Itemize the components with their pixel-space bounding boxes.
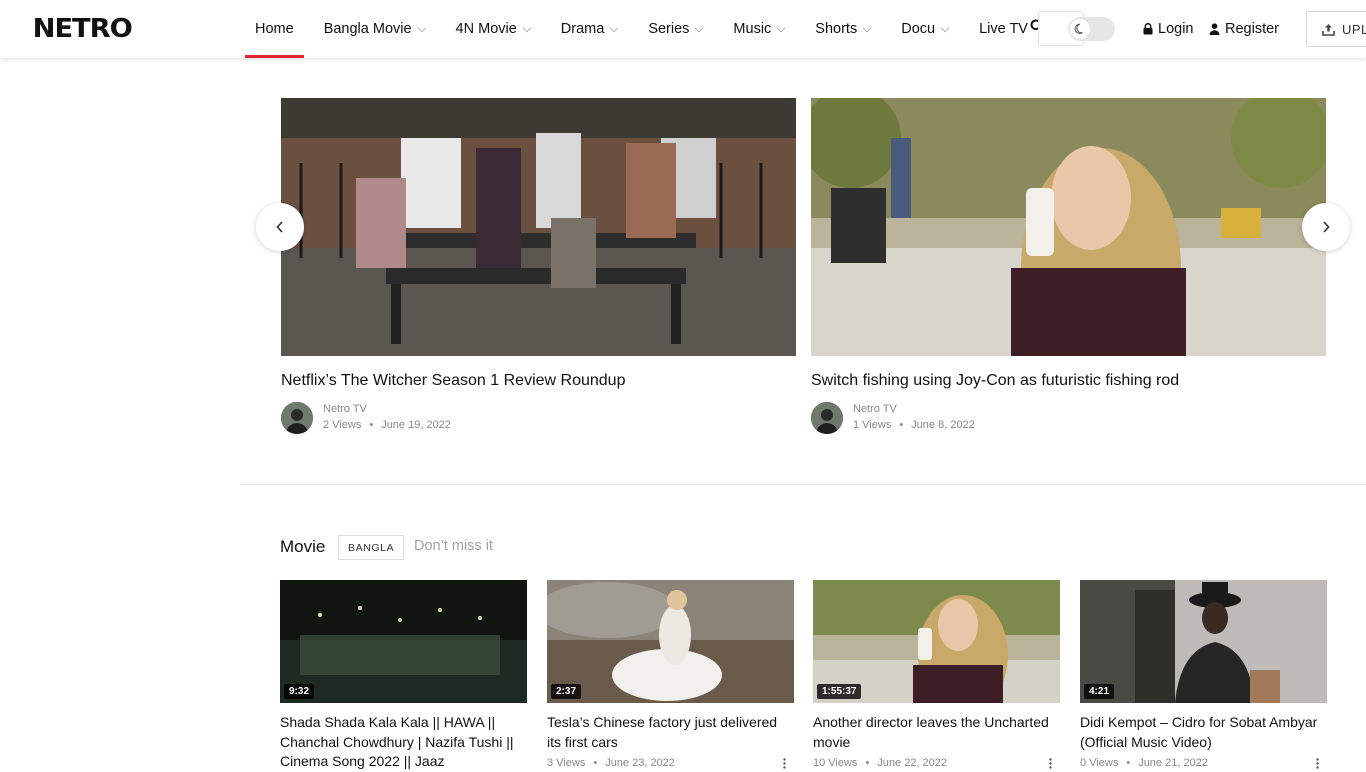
chevron-down-icon (777, 23, 786, 33)
nav-label: Bangla Movie (323, 21, 412, 37)
register-label: Register (1225, 21, 1279, 37)
video-card: 1:55:37 Another director leaves the Unch… (813, 580, 1060, 769)
publish-date: June 21, 2022 (1138, 757, 1208, 769)
nav-4n-movie[interactable]: 4N Movie (446, 0, 541, 58)
moon-icon (1070, 19, 1090, 39)
nav-label: Home (255, 21, 294, 37)
featured-card: Netflix’s The Witcher Season 1 Review Ro… (281, 98, 796, 434)
chevron-down-icon (610, 23, 619, 33)
video-duration: 9:32 (284, 684, 315, 699)
publish-date: June 19, 2022 (381, 419, 451, 431)
video-title[interactable]: Tesla’s Chinese factory just delivered i… (547, 713, 794, 752)
video-thumbnail[interactable]: 4:21 (1080, 580, 1327, 703)
section-title: Movie (280, 537, 326, 556)
video-thumbnail[interactable]: 1:55:37 (813, 580, 1060, 703)
views-count: 1 Views (853, 419, 892, 431)
upload-icon (1322, 23, 1335, 36)
nav-shorts[interactable]: Shorts (805, 0, 881, 58)
views-count: 2 Views (323, 419, 362, 431)
slider-prev-button[interactable] (256, 203, 304, 251)
publish-date: June 23, 2022 (605, 757, 675, 769)
main-nav: Home Bangla Movie 4N Movie Drama Series … (245, 0, 1038, 58)
video-thumbnail[interactable]: 9:32 (280, 580, 527, 703)
site-header: NETRO Home Bangla Movie 4N Movie Drama S… (0, 0, 1366, 58)
upload-label: UPL (1342, 21, 1366, 37)
video-stats: 0 Views • June 21, 2022 (1080, 757, 1208, 769)
nav-bangla-movie[interactable]: Bangla Movie (314, 0, 436, 58)
video-stats: 1 Views • June 8, 2022 (853, 419, 975, 431)
section-tag[interactable]: BANGLA (338, 535, 405, 560)
login-label: Login (1158, 21, 1194, 37)
video-stats: 10 Views • June 22, 2022 (813, 757, 947, 769)
chevron-down-icon (940, 23, 950, 33)
views-count: 3 Views (547, 757, 586, 769)
publish-date: June 22, 2022 (877, 757, 948, 769)
section-divider (240, 484, 1366, 485)
separator: • (865, 757, 870, 769)
chevron-right-icon (1323, 221, 1330, 233)
nav-label: Series (648, 21, 690, 37)
nav-drama[interactable]: Drama (551, 0, 629, 58)
views-count: 10 Views (813, 757, 858, 769)
nav-label: Drama (560, 21, 605, 37)
chevron-left-icon (276, 221, 283, 233)
nav-label: Docu (901, 21, 936, 37)
video-card: 4:21 Didi Kempot – Cidro for Sobat Ambya… (1080, 580, 1327, 769)
featured-thumbnail[interactable] (811, 98, 1326, 356)
video-card: 9:32 Shada Shada Kala Kala || HAWA || Ch… (280, 580, 527, 772)
register-link[interactable]: Register (1209, 0, 1279, 58)
video-stats: 3 Views • June 23, 2022 (547, 757, 675, 769)
video-title[interactable]: Another director leaves the Uncharted mo… (813, 713, 1060, 752)
publish-date: June 8, 2022 (911, 419, 975, 431)
separator: • (369, 419, 374, 431)
more-vertical-icon[interactable] (1049, 758, 1052, 769)
nav-label: Music (733, 21, 772, 37)
channel-avatar[interactable] (281, 402, 313, 434)
featured-title[interactable]: Switch fishing using Joy-Con as futurist… (811, 372, 1179, 390)
dark-mode-toggle[interactable] (1068, 17, 1115, 41)
nav-label: Live TV (979, 21, 1028, 37)
separator: • (1126, 757, 1131, 769)
video-thumbnail[interactable]: 2:37 (547, 580, 794, 703)
nav-home[interactable]: Home (245, 0, 304, 58)
user-icon (1209, 23, 1220, 35)
chevron-down-icon (522, 23, 532, 33)
nav-docu[interactable]: Docu (891, 0, 959, 58)
nav-live-tv[interactable]: Live TV (969, 0, 1038, 58)
more-vertical-icon[interactable] (1316, 758, 1319, 769)
channel-name[interactable]: Netro TV (853, 403, 897, 415)
login-link[interactable]: Login (1143, 0, 1193, 58)
nav-label: 4N Movie (455, 21, 517, 37)
nav-music[interactable]: Music (723, 0, 795, 58)
more-vertical-icon[interactable] (783, 758, 786, 769)
featured-thumbnail[interactable] (281, 98, 796, 356)
lock-icon (1143, 23, 1153, 35)
site-logo[interactable]: NETRO (33, 14, 133, 44)
separator: • (899, 419, 904, 431)
nav-series[interactable]: Series (638, 0, 713, 58)
video-title[interactable]: Shada Shada Kala Kala || HAWA || Chancha… (280, 713, 527, 772)
chevron-down-icon (417, 23, 426, 33)
separator: • (593, 757, 598, 769)
views-count: 0 Views (1080, 757, 1119, 769)
chevron-down-icon (695, 23, 704, 33)
video-card: 2:37 Tesla’s Chinese factory just delive… (547, 580, 794, 769)
channel-name[interactable]: Netro TV (323, 403, 367, 415)
chevron-down-icon (862, 23, 872, 33)
video-stats: 2 Views • June 19, 2022 (323, 419, 451, 431)
video-duration: 2:37 (551, 684, 582, 699)
video-duration: 1:55:37 (817, 684, 862, 699)
featured-card: Switch fishing using Joy-Con as futurist… (811, 98, 1326, 434)
video-title[interactable]: Didi Kempot – Cidro for Sobat Ambyar (Of… (1080, 713, 1327, 752)
featured-title[interactable]: Netflix’s The Witcher Season 1 Review Ro… (281, 372, 625, 390)
section-subtitle: Don’t miss it (414, 538, 493, 554)
video-duration: 4:21 (1084, 684, 1115, 699)
nav-label: Shorts (815, 21, 858, 37)
channel-avatar[interactable] (811, 402, 843, 434)
upload-button[interactable]: UPL (1306, 11, 1366, 47)
slider-next-button[interactable] (1302, 203, 1350, 251)
